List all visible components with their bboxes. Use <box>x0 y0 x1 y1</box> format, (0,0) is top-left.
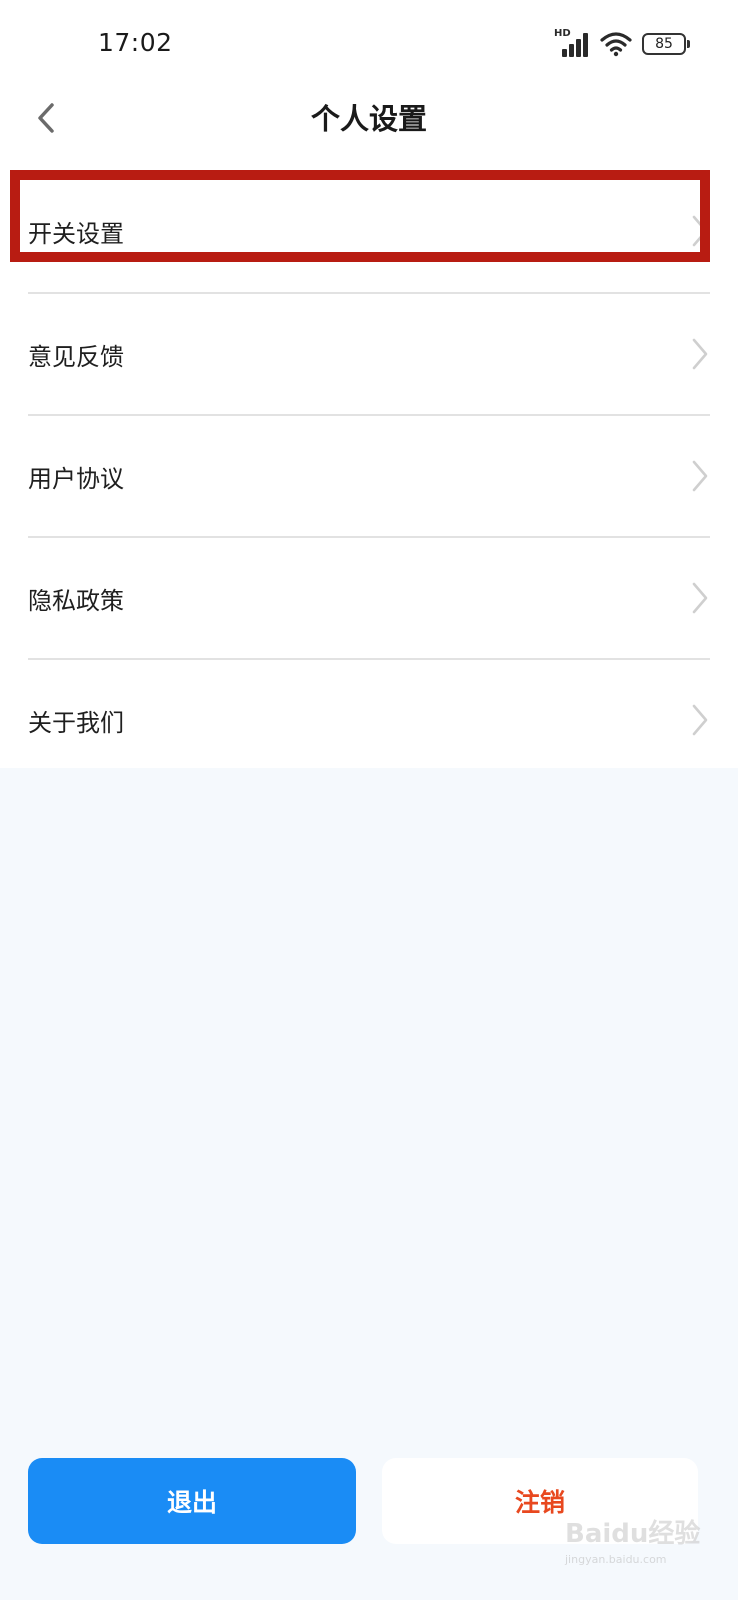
wifi-icon <box>600 32 632 57</box>
battery-level: 85 <box>655 36 673 52</box>
menu-item-switch-settings[interactable]: 开关设置 <box>28 170 710 292</box>
signal-icon: HD <box>554 28 590 57</box>
chevron-right-icon <box>692 704 708 736</box>
menu-item-label: 开关设置 <box>28 219 124 248</box>
watermark-logo: Baidu经验 <box>565 1519 701 1549</box>
status-icons: HD 85 <box>554 28 690 58</box>
logout-button[interactable]: 退出 <box>28 1458 356 1544</box>
menu-item-label: 意见反馈 <box>28 342 124 371</box>
menu-item-label: 用户协议 <box>28 464 124 493</box>
page-title: 个人设置 <box>310 102 427 136</box>
settings-menu: 开关设置 意见反馈 用户协议 隐私政策 关于我们 <box>28 170 710 780</box>
menu-item-user-agreement[interactable]: 用户协议 <box>28 414 710 536</box>
chevron-right-icon <box>692 460 708 492</box>
menu-item-feedback[interactable]: 意见反馈 <box>28 292 710 414</box>
chevron-right-icon <box>692 215 708 247</box>
menu-item-privacy-policy[interactable]: 隐私政策 <box>28 536 710 658</box>
battery-icon: 85 <box>642 33 690 55</box>
chevron-right-icon <box>692 338 708 370</box>
watermark-url: jingyan.baidu.com <box>565 1553 667 1566</box>
menu-item-label: 隐私政策 <box>28 586 124 615</box>
baidu-watermark: Baidu经验 jingyan.baidu.com <box>565 1513 725 1583</box>
nav-bar: 个人设置 <box>0 88 738 168</box>
menu-item-label: 关于我们 <box>28 708 124 737</box>
chevron-right-icon <box>692 582 708 614</box>
network-type-label: HD <box>554 28 571 39</box>
menu-item-about-us[interactable]: 关于我们 <box>28 658 710 780</box>
status-bar: 17:02 HD 85 <box>0 0 738 88</box>
status-time: 17:02 <box>98 28 173 57</box>
